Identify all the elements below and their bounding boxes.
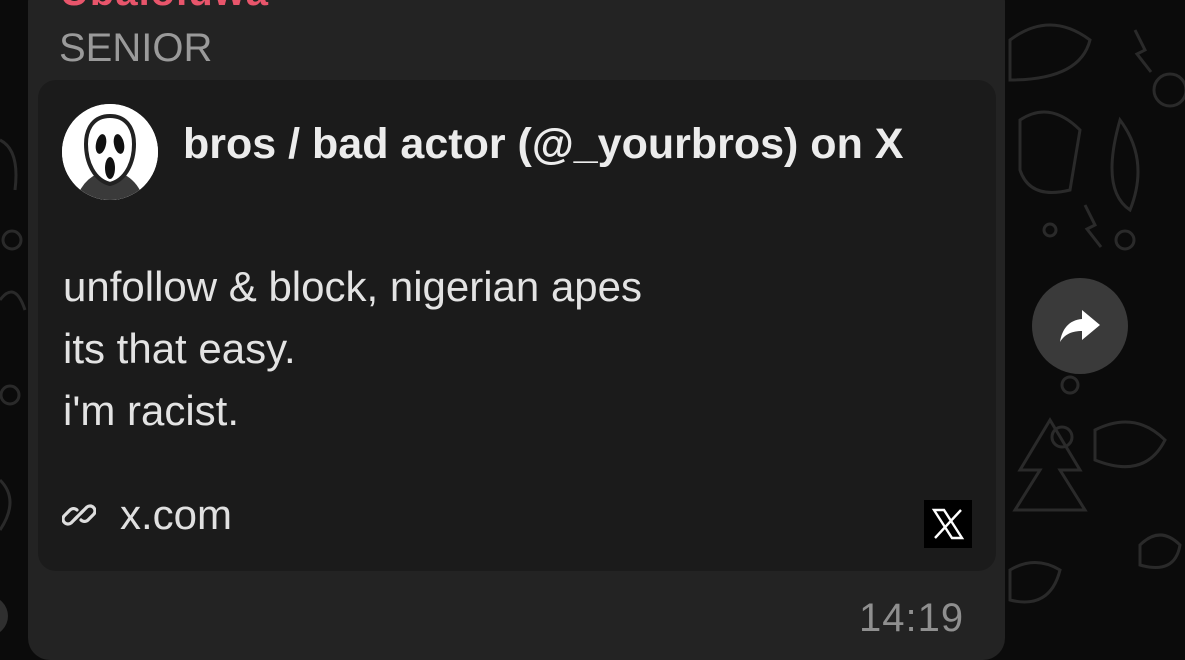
link-preview-text-line: i'm racist. [63,387,240,434]
x-logo-icon [924,500,972,548]
forward-button[interactable] [1032,278,1128,374]
link-preview-text-line: unfollow & block, nigerian apes [63,263,643,310]
message-timestamp: 14:19 [859,596,965,640]
sender-name[interactable]: Ubaloluwa [60,0,269,15]
link-domain[interactable]: x.com [120,490,232,540]
link-preview-text-line: its that easy. [63,325,296,372]
link-preview-title[interactable]: bros / bad actor (@_yourbros) on X [183,112,983,176]
sender-title: SENIOR [59,26,213,70]
share-arrow-icon [1060,310,1100,342]
ghostface-mask-icon [62,104,158,200]
link-icon [62,504,96,526]
